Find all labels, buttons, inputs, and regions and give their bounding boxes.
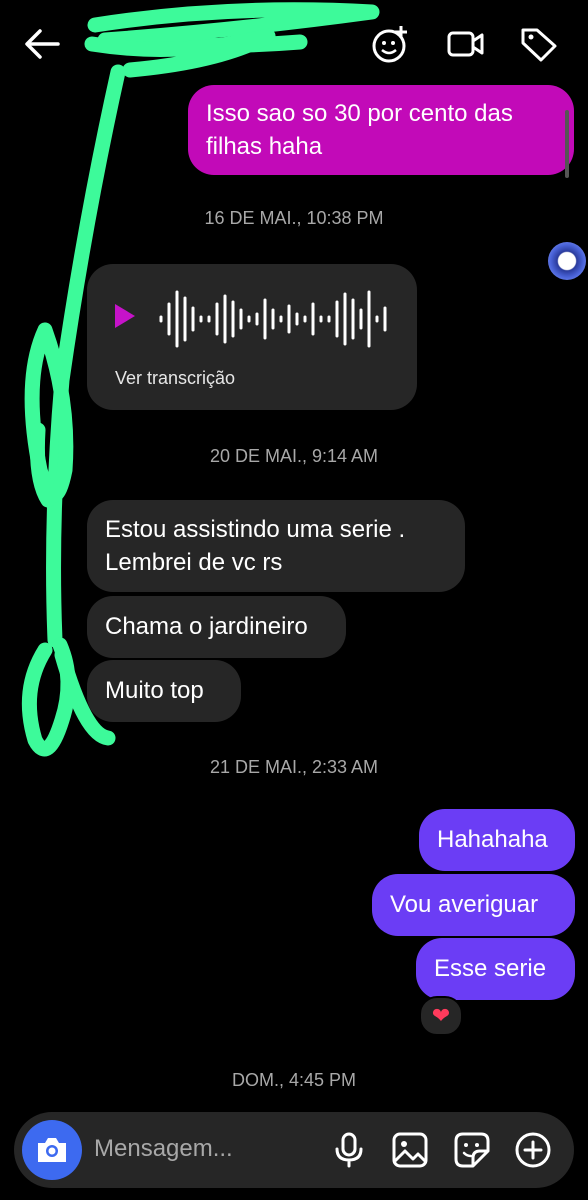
- add-icon[interactable]: [514, 1131, 552, 1169]
- message-outgoing[interactable]: Esse serie: [416, 938, 575, 1000]
- back-arrow-icon[interactable]: [22, 26, 62, 62]
- message-text-line: Lembrei de vc rs: [105, 549, 283, 576]
- heart-icon: ❤: [431, 1003, 451, 1028]
- message-text: Hahahaha: [437, 826, 548, 853]
- timestamp: 20 DE MAI., 9:14 AM: [209, 446, 379, 466]
- message-text-line: filhas haha: [206, 133, 323, 160]
- effects-icon[interactable]: [371, 24, 411, 64]
- tag-icon[interactable]: [519, 24, 559, 64]
- message-text: Muito top: [105, 677, 204, 704]
- sticker-icon[interactable]: [453, 1131, 491, 1169]
- message-text: Esse serie: [434, 955, 547, 982]
- message-text-line: Estou assistindo uma serie .: [105, 516, 406, 543]
- chat-header: [0, 0, 588, 90]
- camera-icon: [38, 1138, 66, 1162]
- message-incoming[interactable]: Chama o jardineiro: [87, 596, 346, 658]
- message-composer: Mensagem...: [14, 1112, 574, 1188]
- message-outgoing[interactable]: Isso sao so 30 por cento das filhas haha: [188, 85, 574, 175]
- message-incoming[interactable]: Estou assistindo uma serie . Lembrei de …: [87, 500, 465, 592]
- timestamp: DOM., 4:45 PM: [231, 1070, 357, 1090]
- scrollbar[interactable]: [565, 110, 569, 178]
- video-call-icon[interactable]: [446, 24, 486, 64]
- heart-reaction[interactable]: ❤: [419, 996, 463, 1036]
- message-outgoing[interactable]: Vou averiguar: [372, 874, 575, 936]
- timestamp: 16 DE MAI., 10:38 PM: [204, 208, 384, 228]
- floating-chat-head[interactable]: [548, 242, 586, 280]
- message-outgoing[interactable]: Hahahaha: [419, 809, 575, 871]
- message-incoming[interactable]: Muito top: [87, 660, 241, 722]
- message-text: Vou averiguar: [390, 891, 539, 918]
- message-input[interactable]: Mensagem...: [94, 1135, 233, 1163]
- voice-message[interactable]: Ver transcrição: [87, 264, 417, 410]
- message-text-line: Isso sao so 30 por cento das: [206, 100, 513, 127]
- waveform: [159, 290, 387, 348]
- transcription-link[interactable]: Ver transcrição: [115, 368, 235, 389]
- microphone-icon[interactable]: [330, 1131, 368, 1169]
- camera-button[interactable]: [22, 1120, 82, 1180]
- timestamp: 21 DE MAI., 2:33 AM: [209, 757, 379, 777]
- gallery-icon[interactable]: [391, 1131, 429, 1169]
- play-icon[interactable]: [113, 302, 137, 335]
- message-text: Chama o jardineiro: [105, 613, 308, 640]
